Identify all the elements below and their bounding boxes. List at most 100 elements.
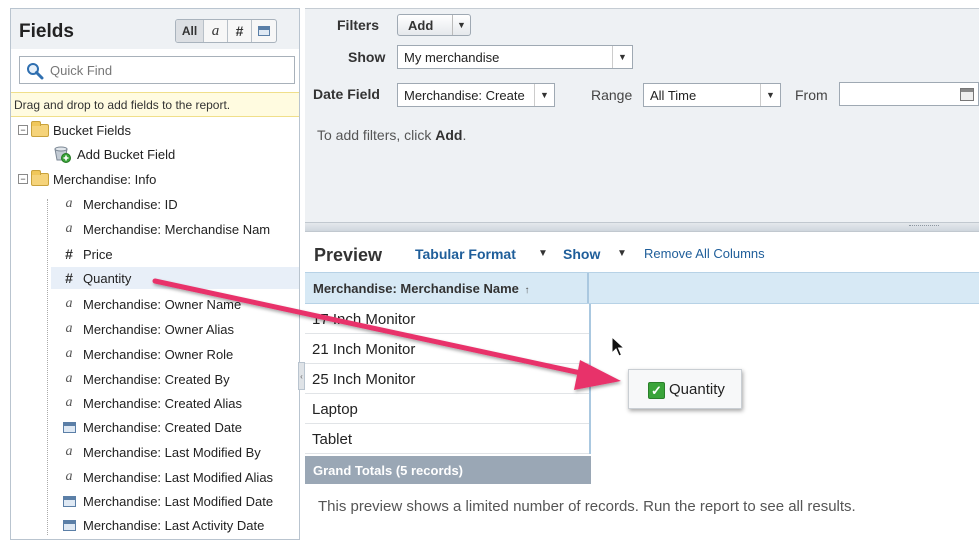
chevron-down-icon[interactable]: ▼ (538, 248, 548, 259)
field-label: Merchandise: Last Modified By (83, 444, 261, 460)
table-header: Merchandise: Merchandise Name ↑ (305, 272, 979, 304)
preview-title: Preview (314, 245, 383, 265)
number-field-icon: # (65, 246, 73, 262)
text-field-icon: a (65, 444, 73, 459)
text-field-icon: a (65, 321, 73, 336)
field-label: Price (83, 246, 113, 262)
filter-text-button[interactable]: a (204, 20, 228, 42)
field-item[interactable]: Merchandise: Created Date (61, 416, 242, 438)
field-label: Merchandise: Owner Role (83, 346, 234, 362)
add-bucket-label: Add Bucket Field (77, 146, 176, 162)
show-select-value: My merchandise (404, 50, 500, 65)
field-label: Merchandise: Owner Name (83, 296, 242, 312)
grand-totals-row: Grand Totals (5 records) (305, 456, 591, 484)
field-item[interactable]: a Merchandise: Owner Role (61, 343, 234, 365)
sort-asc-icon: ↑ (524, 285, 530, 296)
remove-all-columns-link[interactable]: Remove All Columns (644, 246, 765, 261)
field-item[interactable]: a Merchandise: Owner Alias (61, 318, 235, 340)
field-label: Merchandise: Merchandise Nam (83, 221, 271, 237)
show-label: Show (348, 49, 386, 65)
collapse-panel-handle[interactable]: ‹ (298, 362, 305, 390)
tree-folder-merchandise-info[interactable]: − Merchandise: Info (18, 168, 156, 190)
field-item[interactable]: a Merchandise: Last Modified By (61, 441, 261, 463)
table-row: Tablet (305, 424, 589, 454)
field-label: Quantity (83, 270, 132, 286)
show-select[interactable]: My merchandise ▼ (397, 45, 633, 69)
field-item[interactable]: a Merchandise: Created By (61, 368, 230, 390)
show-dropdown[interactable]: Show (563, 246, 600, 262)
field-item[interactable]: a Merchandise: ID (61, 193, 178, 215)
filter-date-button[interactable] (252, 20, 276, 42)
calendar-icon (258, 26, 270, 36)
range-select[interactable]: All Time ▼ (643, 83, 781, 107)
date-field-select[interactable]: Merchandise: Create ▼ (397, 83, 555, 107)
splitter-grip[interactable] (909, 225, 939, 229)
field-item[interactable]: a Merchandise: Created Alias (61, 392, 242, 414)
column-header-label: Merchandise: Merchandise Name (313, 281, 519, 296)
folder-icon (31, 120, 49, 137)
text-field-icon: a (65, 346, 73, 361)
range-label: Range (591, 87, 633, 103)
add-bucket-field[interactable]: Add Bucket Field (53, 143, 175, 165)
checkmark-icon: ✓ (648, 382, 665, 399)
table-row: 21 Inch Monitor (305, 334, 589, 364)
date-field-value: Merchandise: Create (404, 88, 525, 103)
table-row: Laptop (305, 394, 589, 424)
tree-folder-label: Merchandise: Info (53, 171, 157, 187)
folder-icon (31, 169, 49, 186)
text-field-icon: a (65, 395, 73, 410)
field-type-filter: All a # (175, 19, 277, 43)
field-label: Merchandise: Owner Alias (83, 321, 235, 337)
quick-find-field (19, 56, 295, 84)
number-field-icon: # (65, 270, 73, 286)
tree-folder-bucket-fields[interactable]: − Bucket Fields (18, 119, 131, 141)
text-field-icon: a (65, 371, 73, 386)
field-label: Merchandise: ID (83, 196, 178, 212)
quick-find-input[interactable] (50, 60, 290, 80)
panel-splitter[interactable] (305, 222, 979, 232)
field-item[interactable]: a Merchandise: Last Modified Alias (61, 466, 274, 488)
chevron-down-icon[interactable]: ▼ (452, 15, 470, 35)
drag-hint: Drag and drop to add fields to the repor… (11, 92, 299, 117)
preview-note: This preview shows a limited number of r… (318, 498, 856, 515)
hint-suffix: . (462, 127, 467, 143)
chevron-down-icon[interactable]: ▼ (760, 84, 780, 106)
field-label: Merchandise: Created Alias (83, 395, 242, 411)
column-header-merchandise-name[interactable]: Merchandise: Merchandise Name ↑ (305, 273, 589, 303)
format-dropdown[interactable]: Tabular Format (415, 246, 516, 262)
range-value: All Time (650, 88, 697, 103)
filter-number-button[interactable]: # (228, 20, 252, 42)
drag-field-chip[interactable]: ✓ Quantity (628, 369, 742, 409)
field-item[interactable]: a Merchandise: Owner Name (61, 293, 242, 315)
field-item[interactable]: # Price (61, 243, 113, 265)
field-item[interactable]: Merchandise: Last Activity Date (61, 514, 264, 536)
chevron-down-icon[interactable]: ▼ (534, 84, 554, 106)
add-filter-button[interactable]: Add ▼ (397, 14, 471, 36)
field-item-quantity[interactable]: # Quantity (51, 267, 299, 289)
date-field-label: Date Field (313, 86, 380, 102)
fields-header: Fields All a # (11, 9, 299, 49)
text-field-icon: a (65, 221, 73, 236)
chevron-down-icon[interactable]: ▼ (617, 248, 627, 259)
add-filter-hint: To add filters, click Add. (317, 127, 466, 143)
filters-area: Filters Add ▼ Show My merchandise ▼ Date… (305, 8, 979, 223)
tree-folder-label: Bucket Fields (53, 122, 132, 138)
from-date-input[interactable] (839, 82, 979, 106)
table-row: 17 Inch Monitor (305, 304, 589, 334)
filter-all-button[interactable]: All (176, 20, 204, 42)
from-label: From (795, 87, 828, 103)
text-field-icon: a (65, 469, 73, 484)
text-field-icon: a (65, 196, 73, 211)
collapse-toggle-icon[interactable]: − (18, 125, 28, 135)
filters-label: Filters (337, 17, 380, 33)
table-body: 17 Inch Monitor 21 Inch Monitor 25 Inch … (305, 304, 591, 454)
calendar-icon[interactable] (960, 88, 974, 101)
fields-panel: Fields All a # Drag and drop to add fiel… (10, 8, 300, 540)
field-item[interactable]: Merchandise: Last Modified Date (61, 490, 273, 512)
add-filter-label: Add (408, 18, 434, 33)
field-item[interactable]: a Merchandise: Merchandise Nam (61, 218, 271, 240)
chevron-down-icon[interactable]: ▼ (612, 46, 632, 68)
collapse-toggle-icon[interactable]: − (18, 174, 28, 184)
field-label: Merchandise: Last Modified Alias (83, 469, 274, 485)
fields-title: Fields (19, 21, 74, 42)
